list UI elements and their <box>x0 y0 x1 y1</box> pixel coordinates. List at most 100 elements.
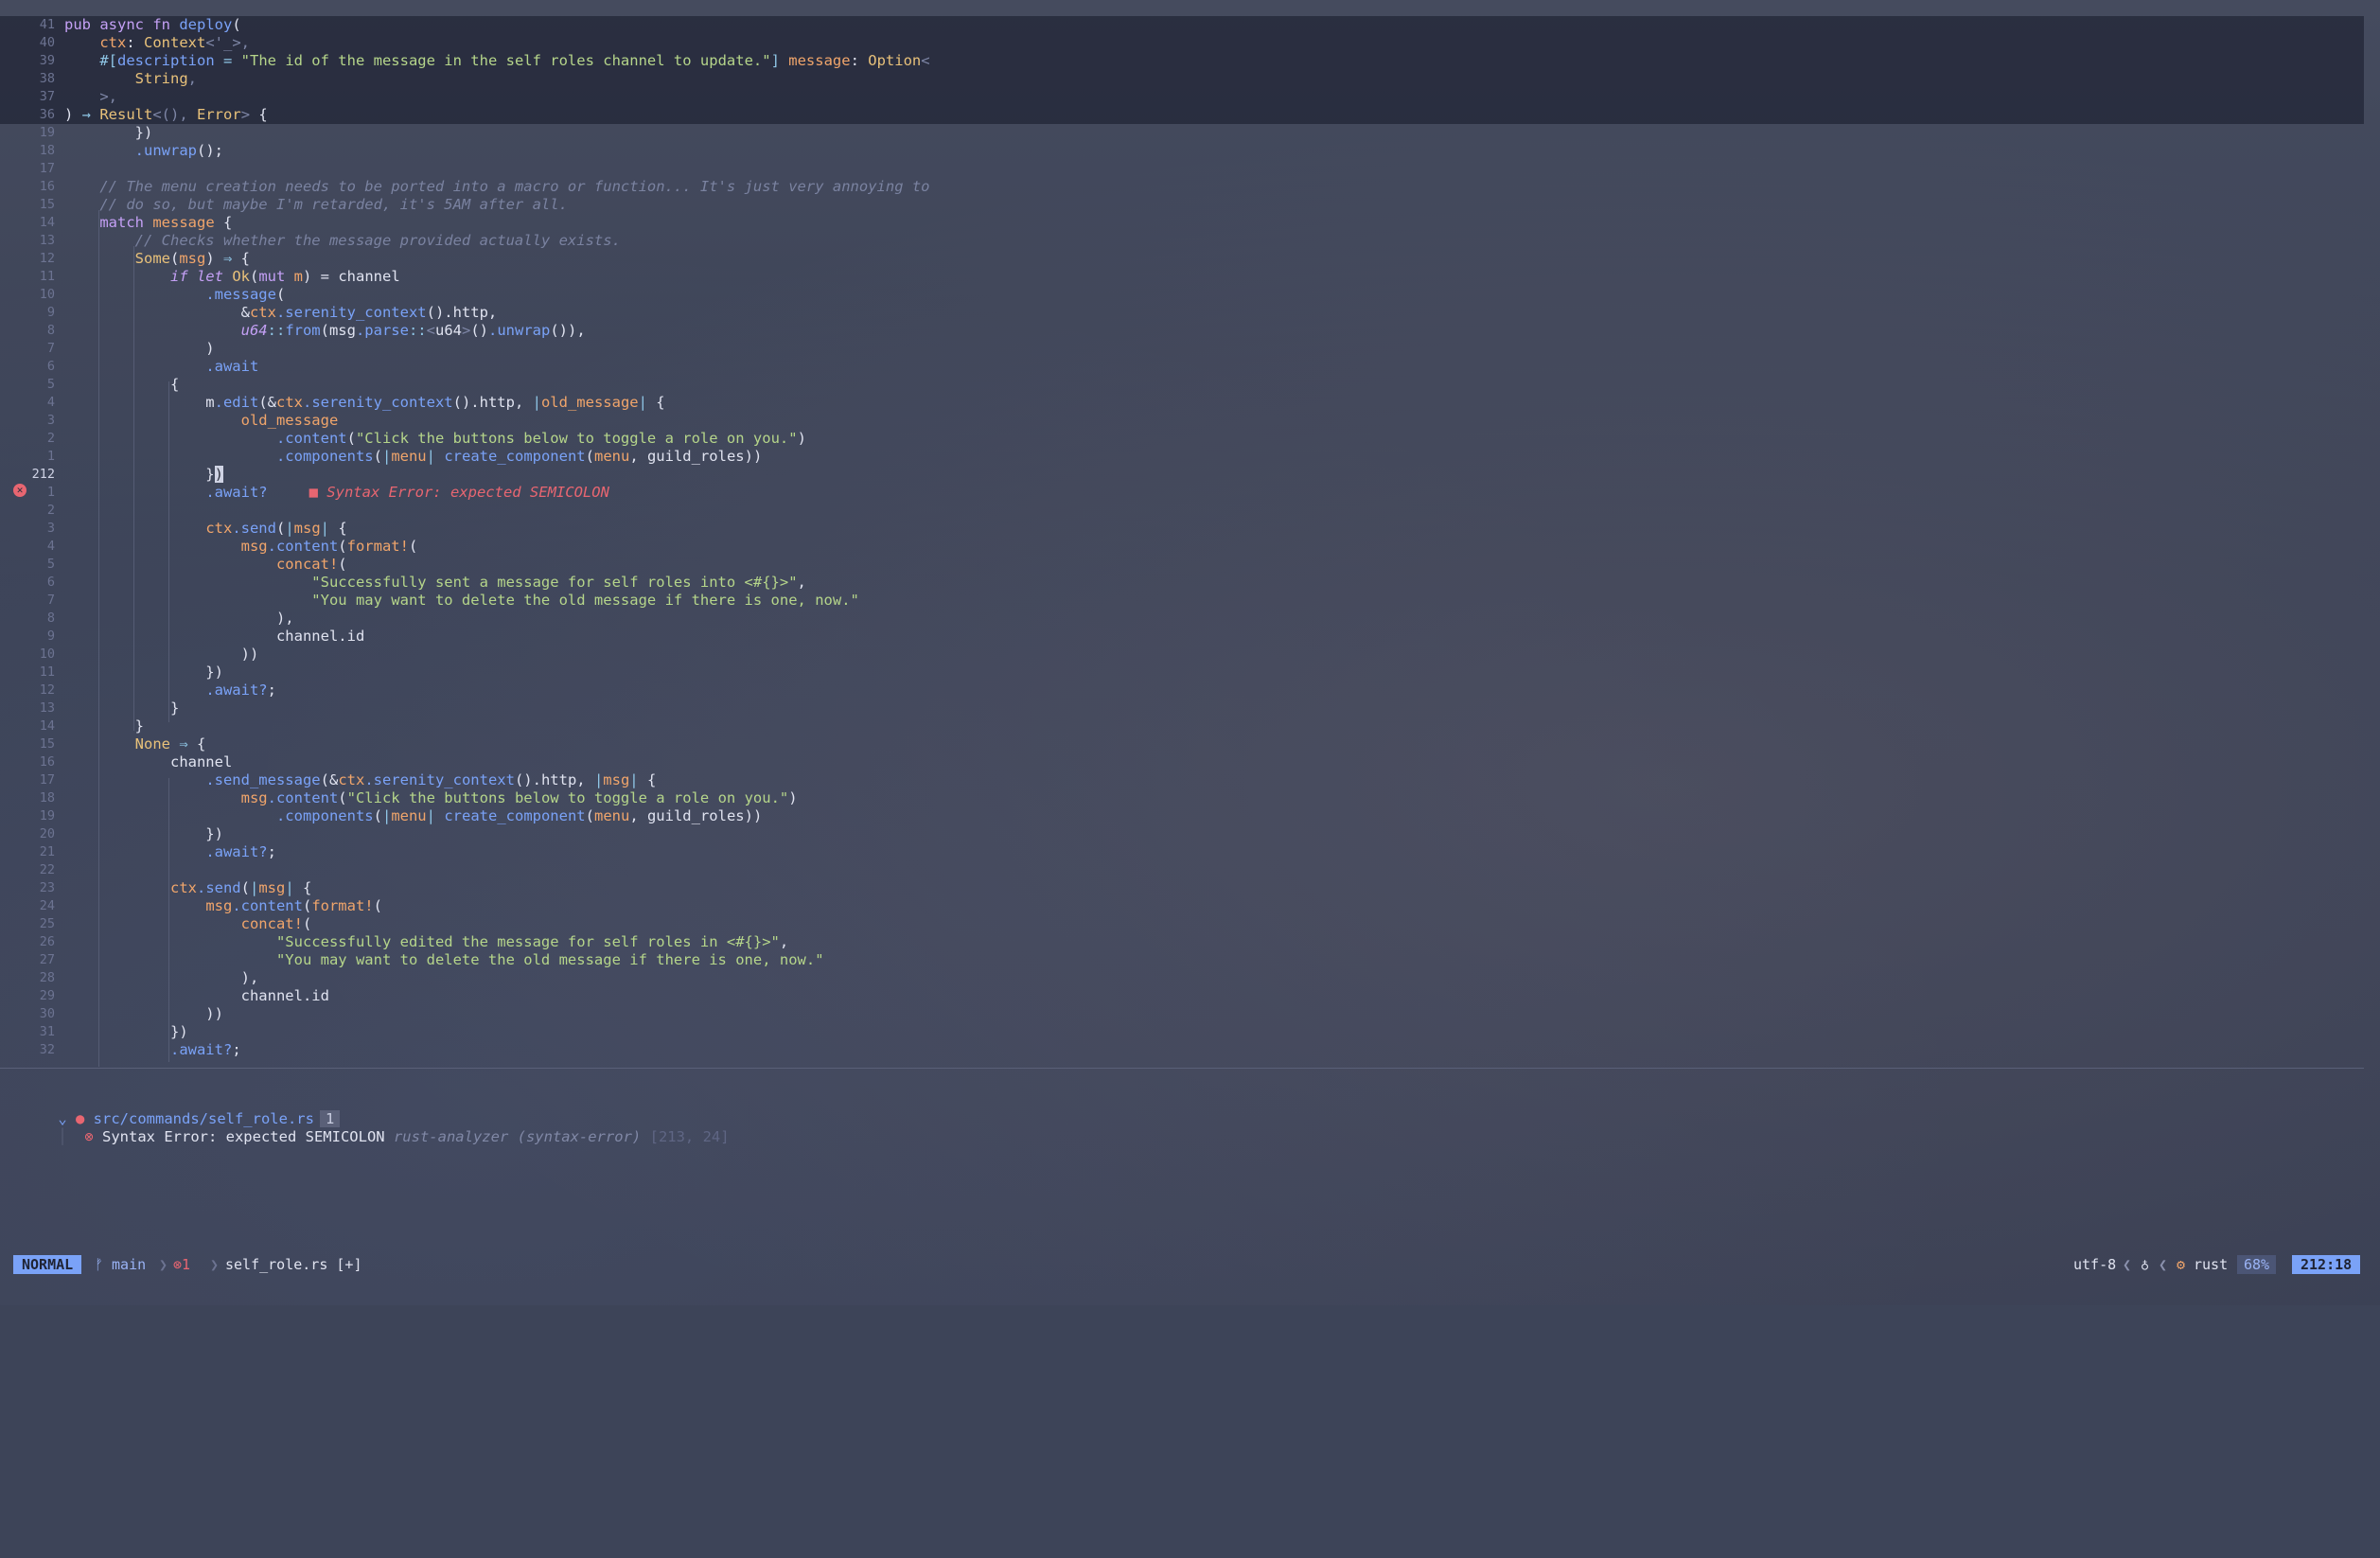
code-text[interactable]: } <box>64 717 144 735</box>
code-line[interactable]: 9 &ctx.serenity_context().http, <box>0 304 2366 322</box>
code-line[interactable]: 16 // The menu creation needs to be port… <box>0 178 2366 196</box>
code-text[interactable]: .message( <box>64 286 285 304</box>
diagnostic-item[interactable]: │ ⊗ Syntax Error: expected SEMICOLON rus… <box>23 1108 729 1145</box>
code-line[interactable]: 27 "You may want to delete the old messa… <box>0 951 2366 969</box>
code-line[interactable]: 19 .components(|menu| create_component(m… <box>0 807 2366 825</box>
code-text[interactable]: if let Ok(mut m) = channel <box>64 268 400 286</box>
code-text[interactable]: "You may want to delete the old message … <box>64 951 824 969</box>
code-text[interactable]: old_message <box>64 412 339 430</box>
code-text[interactable]: msg.content("Click the buttons below to … <box>64 789 798 807</box>
code-text[interactable]: m.edit(&ctx.serenity_context().http, |ol… <box>64 394 664 412</box>
code-line[interactable]: 14 } <box>0 717 2366 735</box>
code-text[interactable]: ctx.send(|msg| { <box>64 520 346 538</box>
code-line[interactable]: 18 msg.content("Click the buttons below … <box>0 789 2366 807</box>
code-line[interactable]: 41 pub async fn deploy( <box>0 16 2366 34</box>
code-line[interactable]: 6 "Successfully sent a message for self … <box>0 574 2366 592</box>
code-text[interactable]: None ⇒ { <box>64 735 206 753</box>
code-text[interactable]: pub async fn deploy( <box>64 16 241 34</box>
code-text[interactable]: )) <box>64 1005 223 1023</box>
code-line[interactable]: 9 channel.id <box>0 628 2366 646</box>
code-line[interactable]: 25 concat!( <box>0 915 2366 933</box>
code-line[interactable]: 7 "You may want to delete the old messag… <box>0 592 2366 610</box>
code-line[interactable]: 7 ) <box>0 340 2366 358</box>
code-text[interactable]: msg.content(format!( <box>64 897 382 915</box>
code-line[interactable]: 12 .await?; <box>0 682 2366 699</box>
code-line[interactable]: 29 channel.id <box>0 987 2366 1005</box>
code-line[interactable]: 38 String, <box>0 70 2366 88</box>
code-line[interactable]: 30 )) <box>0 1005 2366 1023</box>
code-line[interactable]: 10 )) <box>0 646 2366 664</box>
code-line[interactable]: 1 .await? ■ Syntax Error: expected SEMICO… <box>0 484 2366 502</box>
code-text[interactable]: "Successfully edited the message for sel… <box>64 933 788 951</box>
code-text[interactable]: channel <box>64 753 232 771</box>
code-line[interactable]: 31 }) <box>0 1023 2366 1041</box>
code-line[interactable]: 3 ctx.send(|msg| { <box>0 520 2366 538</box>
diagnostics-file-row[interactable]: ⌄ ● src/commands/self_role.rs 1 <box>23 1090 341 1127</box>
code-line[interactable]: 10 .message( <box>0 286 2366 304</box>
code-text[interactable]: // The menu creation needs to be ported … <box>64 178 929 196</box>
code-text[interactable]: concat!( <box>64 915 312 933</box>
code-text[interactable]: { <box>64 376 179 394</box>
code-text[interactable]: &ctx.serenity_context().http, <box>64 304 498 322</box>
code-line[interactable]: 39 #[description = "The id of the messag… <box>0 52 2366 70</box>
code-line[interactable]: 8 ), <box>0 610 2366 628</box>
code-line[interactable]: 20 }) <box>0 825 2366 843</box>
error-sign-icon[interactable]: ✕ <box>13 484 26 497</box>
git-branch[interactable]: ᚠ main <box>95 1255 146 1274</box>
code-line[interactable]: 4 msg.content(format!( <box>0 538 2366 556</box>
code-text[interactable]: } <box>64 699 179 717</box>
code-line[interactable]: 11 }) <box>0 664 2366 682</box>
code-line[interactable]: 16 channel <box>0 753 2366 771</box>
code-text[interactable]: "Successfully sent a message for self ro… <box>64 574 806 592</box>
code-line[interactable]: 2 .content("Click the buttons below to t… <box>0 430 2366 448</box>
code-text[interactable]: // Checks whether the message provided a… <box>64 232 621 250</box>
code-text[interactable]: msg.content(format!( <box>64 538 418 556</box>
code-text[interactable]: #[description = "The id of the message i… <box>64 52 929 70</box>
code-text[interactable]: .await?; <box>64 682 276 699</box>
code-text[interactable]: .send_message(&ctx.serenity_context().ht… <box>64 771 656 789</box>
code-text[interactable]: .await?; <box>64 843 276 861</box>
code-text[interactable]: ), <box>64 969 259 987</box>
code-line[interactable]: 19 }) <box>0 124 2366 142</box>
code-text[interactable]: .await?; <box>64 1041 241 1059</box>
code-text[interactable]: ctx.send(|msg| { <box>64 879 311 897</box>
code-line[interactable]: 37 >, <box>0 88 2366 106</box>
code-line[interactable]: 5 concat!( <box>0 556 2366 574</box>
code-text[interactable]: .await <box>64 358 258 376</box>
code-text[interactable]: channel.id <box>64 628 364 646</box>
code-text[interactable]: Some(msg) ⇒ { <box>64 250 250 268</box>
code-text[interactable]: }) <box>64 466 223 484</box>
code-line[interactable]: 24 msg.content(format!( <box>0 897 2366 915</box>
code-text[interactable]: u64::from(msg.parse::<u64>().unwrap()), <box>64 322 586 340</box>
code-line[interactable]: 17 .send_message(&ctx.serenity_context()… <box>0 771 2366 789</box>
code-line[interactable]: 3 old_message <box>0 412 2366 430</box>
code-text[interactable]: }) <box>64 825 223 843</box>
code-line[interactable]: 18 .unwrap(); <box>0 142 2366 160</box>
code-text[interactable]: .await? ■ Syntax Error: expected SEMICOLO… <box>64 484 609 502</box>
code-line[interactable]: 36) → Result<(), Error> { <box>0 106 2366 124</box>
code-text[interactable]: }) <box>64 664 223 682</box>
code-text[interactable]: .content("Click the buttons below to tog… <box>64 430 806 448</box>
code-line[interactable]: 40 ctx: Context<'_>, <box>0 34 2366 52</box>
code-line[interactable]: 2 <box>0 502 2366 520</box>
code-line[interactable]: 32 .await?; <box>0 1041 2366 1059</box>
code-text[interactable]: // do so, but maybe I'm retarded, it's 5… <box>64 196 568 214</box>
code-text[interactable]: match message { <box>64 214 232 232</box>
code-text[interactable]: }) <box>64 124 153 142</box>
code-text[interactable]: .unwrap(); <box>64 142 223 160</box>
code-text[interactable]: ) → Result<(), Error> { <box>64 106 268 124</box>
code-line[interactable]: 13 } <box>0 699 2366 717</box>
code-line[interactable]: 28 ), <box>0 969 2366 987</box>
code-line[interactable]: 15 // do so, but maybe I'm retarded, it'… <box>0 196 2366 214</box>
code-line[interactable]: 4 m.edit(&ctx.serenity_context().http, |… <box>0 394 2366 412</box>
code-text[interactable]: "You may want to delete the old message … <box>64 592 859 610</box>
code-line[interactable]: 23 ctx.send(|msg| { <box>0 879 2366 897</box>
code-line[interactable]: 5 { <box>0 376 2366 394</box>
code-line[interactable]: 26 "Successfully edited the message for … <box>0 933 2366 951</box>
code-text[interactable]: ctx: Context<'_>, <box>64 34 250 52</box>
diagnostic-message[interactable]: Syntax Error: expected SEMICOLON <box>102 1128 385 1145</box>
code-text[interactable]: )) <box>64 646 259 664</box>
code-text[interactable]: }) <box>64 1023 188 1041</box>
code-text[interactable]: channel.id <box>64 987 329 1005</box>
code-line[interactable]: 11 if let Ok(mut m) = channel <box>0 268 2366 286</box>
